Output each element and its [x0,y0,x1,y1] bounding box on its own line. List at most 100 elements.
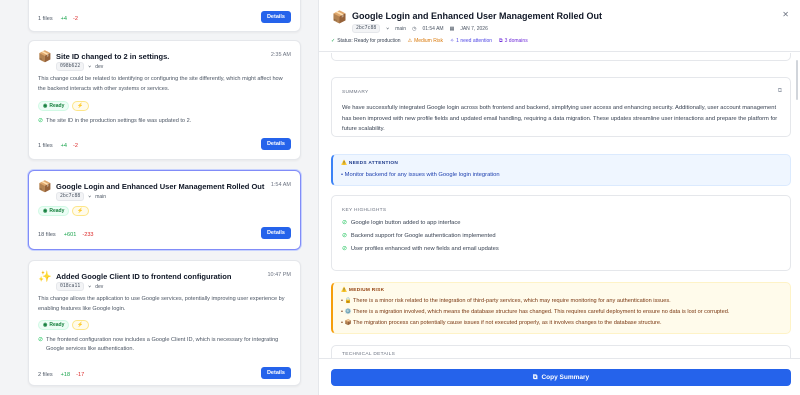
warning-icon: ⚠ [407,38,413,44]
status-badge: ◉ Ready [38,101,70,111]
lines-removed: -2 [73,16,78,22]
check-circle-icon: ⊘ [342,246,347,252]
files-count: 18 files [38,232,56,238]
highlights-section: KEY HIGHLIGHTS ⊘ Google login button adde… [331,195,791,271]
risk-section: ⚠️ MEDIUM RISK • 🔒 There is a minor risk… [331,282,791,334]
copy-icon: ⧉ [532,373,538,381]
check-circle-icon: ⊘ [38,118,44,124]
risk-label: ⚠️ MEDIUM RISK [341,288,385,293]
risk-badge: ⚡ [72,206,89,216]
commit-card[interactable]: 1 files +4 -2 Details [28,0,301,32]
commit-feed: 1 files +4 -2 Details 📦 Site ID changed … [0,0,318,395]
details-button[interactable]: Details [260,227,291,239]
summary-label: SUMMARY [342,90,369,95]
copy-summary-label: Copy Summary [541,374,590,381]
branch-name: main [95,193,107,200]
technical-section: TECHNICAL DETAILS [331,345,791,358]
commit-time: 10:47 PM [267,272,291,278]
status-row: ✓ Status: Ready for production ⚠ Medium Ri… [331,38,528,44]
commit-hash: 098b622 [56,62,85,71]
domains-chip: ⧉ 3 domains [499,38,528,44]
status-badge: ◉ Ready [38,206,70,216]
check-circle-icon: ⊘ [38,337,44,343]
check-circle-icon: ◉ [43,103,48,109]
branch-name: dev [95,283,104,290]
scrollbar[interactable] [796,60,798,100]
panel-header: 📦 Google Login and Enhanced User Managem… [319,0,800,52]
lines-removed: -233 [82,232,94,238]
close-icon[interactable]: ✕ [782,10,789,19]
check-circle-icon: ⊘ [342,220,347,226]
package-icon: 📦 [38,51,52,63]
branch-name: dev [95,63,104,70]
commit-description: This change could be related to identify… [38,76,283,92]
risk-badge: ⚡ [72,320,89,330]
branch-icon: ⑂ [88,193,92,200]
lines-removed: -2 [73,143,78,149]
calendar-icon: ▦ [449,25,455,32]
copy-icon[interactable]: ⧉ [778,88,782,95]
status-badge: ◉ Ready [38,320,70,330]
risk-badge: ⚡ [72,101,89,111]
branch-icon: ⑂ [386,25,390,32]
clock-icon: ◷ [412,25,417,32]
panel-footer: ⧉ Copy Summary [319,358,800,395]
details-button[interactable]: Details [260,11,291,23]
highlight-item: ⊘ Google login button added to app interf… [342,220,461,226]
lines-removed: -17 [76,372,85,378]
branch-name: main [395,25,407,32]
lines-added: +601 [63,232,77,238]
check-item: ⊘ The frontend configuration now include… [38,337,279,352]
commit-hash: 2bc7c88 [56,192,85,201]
details-button[interactable]: Details [260,367,291,379]
check-icon: ✓ [331,38,336,44]
commit-card-selected[interactable]: 📦 Google Login and Enhanced User Managem… [28,170,301,250]
files-count: 1 files [38,143,53,149]
commit-description: This change allows the application to us… [38,296,285,312]
risk-chip: ⚠ Medium Risk [407,38,443,44]
previous-section [331,53,791,61]
sparkle-icon: ✧ [449,38,455,44]
highlights-label: KEY HIGHLIGHTS [342,208,387,213]
risk-item: • 📦 The migration process can potentiall… [341,320,662,326]
attention-item: • Monitor backend for any issues with Go… [341,172,500,178]
highlight-item: ⊘ User profiles enhanced with new fields … [342,246,499,252]
check-circle-icon: ◉ [43,322,48,328]
risk-item: • ⚙️ There is a migration involved, whic… [341,309,730,315]
lines-added: +4 [60,16,68,22]
files-count: 2 files [38,372,53,378]
summary-section: SUMMARY ⧉ We have successfully integrate… [331,77,791,137]
lines-added: +4 [60,143,68,149]
check-circle-icon: ◉ [43,208,48,214]
package-icon: 📦 [38,181,52,193]
panel-scroll[interactable]: SUMMARY ⧉ We have successfully integrate… [319,53,800,358]
branch-icon: ⑂ [88,283,92,290]
copy-summary-button[interactable]: ⧉ Copy Summary [331,369,791,386]
lines-added: +18 [60,372,71,378]
check-item: ⊘ The site ID in the production settings… [38,118,192,124]
commit-title: Site ID changed to 2 in settings. [56,52,170,61]
attention-section: ⚠️ NEEDS ATTENTION • Monitor backend for… [331,154,791,186]
technical-label: TECHNICAL DETAILS [342,352,396,357]
summary-text: We have successfully integrated Google l… [342,105,778,132]
check-circle-icon: ⊘ [342,233,347,239]
panel-title: Google Login and Enhanced User Managemen… [352,11,603,21]
commit-title: Google Login and Enhanced User Managemen… [56,182,265,191]
commit-time: 1:54 AM [270,182,291,188]
status-chip: ✓ Status: Ready for production [331,38,401,44]
commit-date: JAN 7, 2026 [460,25,488,32]
commit-time: 01:54 AM [422,25,444,32]
commit-hash: 018ca11 [56,282,85,291]
sparkles-icon: ✨ [38,271,52,283]
detail-panel: 📦 Google Login and Enhanced User Managem… [318,0,800,395]
risk-item: • 🔒 There is a minor risk related to the… [341,298,671,304]
commit-time: 2:35 AM [270,52,291,58]
details-button[interactable]: Details [260,138,291,150]
commit-card[interactable]: ✨ Added Google Client ID to frontend con… [28,260,301,386]
commit-hash: 2bc7c88 [352,24,381,33]
highlight-item: ⊘ Backend support for Google authenticati… [342,233,496,239]
commit-title: Added Google Client ID to frontend confi… [56,272,232,281]
attention-label: ⚠️ NEEDS ATTENTION [341,161,399,166]
commit-card[interactable]: 📦 Site ID changed to 2 in settings. 2:35… [28,40,301,160]
branch-icon: ⑂ [88,63,92,70]
